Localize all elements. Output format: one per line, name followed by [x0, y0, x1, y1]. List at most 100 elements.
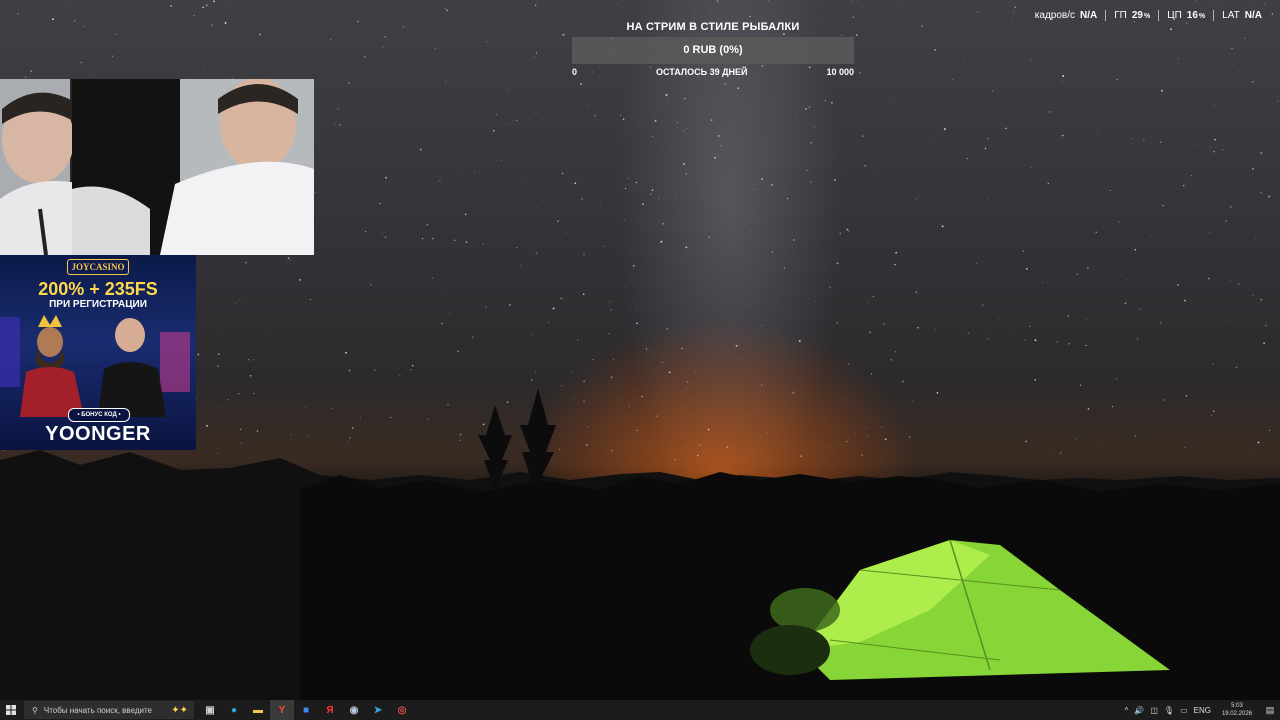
- star: [264, 333, 266, 335]
- star: [856, 0, 857, 2]
- star: [439, 180, 441, 182]
- yandex-icon[interactable]: Я: [318, 700, 342, 720]
- language-indicator[interactable]: ENG: [1191, 706, 1214, 715]
- star: [792, 239, 795, 241]
- star: [314, 191, 316, 193]
- star: [901, 6, 903, 7]
- taskbar-clock[interactable]: 5:03 19.02.2026: [1214, 702, 1260, 718]
- star: [991, 90, 993, 92]
- star: [189, 76, 191, 78]
- star: [309, 299, 311, 301]
- star: [839, 232, 842, 235]
- star: [560, 297, 562, 300]
- stat-fps-label: кадров/с: [1034, 10, 1075, 21]
- task-view-icon[interactable]: ▣: [198, 700, 222, 720]
- star: [608, 333, 610, 334]
- star: [1022, 250, 1025, 253]
- star: [1251, 80, 1254, 83]
- star: [492, 129, 495, 132]
- star: [987, 137, 989, 140]
- volume-icon[interactable]: 🔊: [1131, 706, 1147, 715]
- casino-ad-banner[interactable]: JOYCASINO 200% + 235FS ПРИ РЕГИСТРАЦИИ •…: [0, 255, 196, 450]
- star: [419, 234, 420, 236]
- star: [861, 135, 864, 137]
- notification-icon[interactable]: ▤: [1260, 705, 1280, 716]
- star: [379, 202, 381, 205]
- taskbar-search-box[interactable]: ⚲ Чтобы начать поиск, введите ✦✦: [24, 701, 194, 719]
- steam-icon[interactable]: ◉: [342, 700, 366, 720]
- star: [104, 65, 105, 67]
- star: [238, 300, 240, 301]
- file-explorer-icon[interactable]: ▬: [246, 700, 270, 720]
- stat-gpu-value: 29: [1131, 10, 1143, 21]
- star: [609, 301, 611, 303]
- star: [737, 87, 740, 89]
- star: [84, 26, 85, 28]
- star: [445, 7, 447, 9]
- copilot-sparkle-icon[interactable]: ✦✦: [171, 705, 188, 716]
- star: [1162, 204, 1165, 207]
- star: [399, 375, 401, 377]
- star: [611, 376, 613, 378]
- star: [1103, 261, 1105, 263]
- star: [324, 45, 326, 46]
- star: [1190, 175, 1192, 177]
- star: [622, 118, 625, 121]
- star: [1235, 366, 1238, 369]
- star: [336, 326, 337, 328]
- star: [571, 371, 572, 373]
- star: [632, 264, 635, 267]
- star: [934, 328, 936, 331]
- star: [875, 173, 877, 174]
- star: [30, 70, 32, 72]
- network-icon[interactable]: ◫: [1147, 706, 1161, 715]
- star: [90, 74, 91, 75]
- start-button[interactable]: [0, 700, 22, 720]
- star: [830, 101, 833, 104]
- yandex-browser-icon[interactable]: Y: [270, 700, 294, 720]
- star: [600, 202, 602, 204]
- star: [338, 123, 341, 126]
- donation-min: 0: [572, 67, 578, 77]
- star: [1195, 0, 1197, 2]
- star: [1247, 81, 1248, 82]
- display-icon[interactable]: ▭: [1177, 706, 1191, 715]
- microphone-icon[interactable]: 🎙: [1161, 706, 1177, 715]
- star: [1048, 111, 1051, 113]
- star: [647, 350, 649, 352]
- star: [384, 36, 386, 38]
- star: [754, 188, 755, 190]
- search-icon: ⚲: [32, 705, 38, 715]
- star: [434, 47, 436, 49]
- star: [1027, 189, 1028, 190]
- star: [675, 193, 677, 195]
- star: [1214, 105, 1216, 107]
- telegram-icon[interactable]: ➤: [366, 700, 390, 720]
- star: [1133, 20, 1136, 23]
- star: [624, 287, 626, 289]
- star: [1222, 148, 1224, 151]
- star: [536, 206, 538, 209]
- star: [717, 135, 720, 137]
- star: [513, 276, 515, 278]
- star: [22, 33, 24, 34]
- edge-icon[interactable]: ●: [222, 700, 246, 720]
- star: [1277, 100, 1279, 102]
- star: [846, 228, 849, 231]
- star: [1239, 71, 1241, 73]
- star: [859, 72, 861, 74]
- chevron-up-icon[interactable]: ^: [1122, 706, 1132, 715]
- star: [1226, 321, 1228, 323]
- donation-goal-title: НА СТРИМ В СТИЛЕ РЫБАЛКИ: [626, 21, 800, 33]
- star: [761, 178, 764, 180]
- star: [561, 172, 564, 175]
- star: [315, 346, 317, 348]
- star: [982, 304, 984, 306]
- obs-icon[interactable]: ◎: [390, 700, 414, 720]
- store-icon[interactable]: ■: [294, 700, 318, 720]
- star: [749, 15, 751, 18]
- star: [1170, 28, 1172, 31]
- star: [485, 306, 487, 309]
- star: [650, 360, 651, 362]
- star: [610, 308, 612, 311]
